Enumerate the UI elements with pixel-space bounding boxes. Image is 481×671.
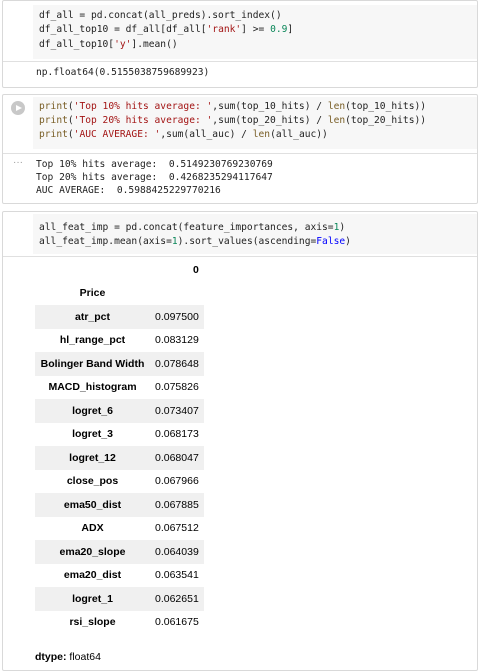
row-label: logret_6 (35, 399, 150, 423)
table-row: logret_3 0.068173 (35, 423, 204, 447)
table-body: atr_pct 0.097500 hl_range_pct 0.083129 Bolin… (35, 305, 204, 634)
table-row: logret_1 0.062651 (35, 587, 204, 611)
row-label: close_pos (66, 475, 119, 488)
row-value: 0.062651 (150, 587, 204, 611)
code-editor-3[interactable]: all_feat_imp = pd.concat(feature_importa… (33, 214, 477, 254)
code-line: df_all = pd.concat(all_preds).sort_index… (39, 10, 282, 21)
code-line: print('AUC AVERAGE: ',sum(all_auc) / len… (39, 129, 328, 140)
table-blank (150, 282, 204, 306)
table-row: MACD_histogram 0.075826 (35, 376, 204, 400)
dtype-value: float64 (69, 651, 101, 663)
row-value: 0.063541 (155, 569, 199, 582)
notebook-cell-2[interactable]: print('Top 10% hits average: ',sum(top_1… (2, 94, 478, 204)
code-editor-2[interactable]: print('Top 10% hits average: ',sum(top_1… (33, 97, 477, 149)
column-header: 0 (192, 263, 199, 276)
output-divider (3, 61, 477, 62)
print-output-line: AUC AVERAGE: 0.5988425229770216 (36, 185, 221, 196)
code-line: df_all_top10 = df_all[df_all['rank'] >= … (39, 24, 294, 35)
dtype-label: dtype: (35, 651, 67, 663)
table-corner (35, 258, 150, 282)
row-label: hl_range_pct (59, 334, 126, 347)
row-value: 0.073407 (150, 399, 204, 423)
dtype-line: dtype: float64 (35, 651, 101, 663)
table-row: ADX 0.067512 (35, 517, 204, 541)
table-row: hl_range_pct 0.083129 (35, 329, 204, 353)
output-divider (3, 256, 477, 257)
row-label: logret_12 (35, 446, 150, 470)
print-output-line: Top 20% hits average: 0.4268235294117647 (36, 172, 273, 183)
code-line: print('Top 20% hits average: ',sum(top_2… (39, 115, 427, 126)
feature-importance-table: 0 Price atr_pct 0.097500 hl_range_pct 0.083… (35, 258, 204, 634)
notebook-cell-1[interactable]: df_all = pd.concat(all_preds).sort_index… (2, 0, 478, 88)
table-row: logret_6 0.073407 (35, 399, 204, 423)
cell-output-text: np.float64(0.5155038759689923) (36, 67, 210, 78)
row-label: logret_1 (35, 587, 150, 611)
table-row: ema20_slope 0.064039 (35, 540, 204, 564)
row-value: 0.097500 (150, 305, 204, 329)
table-row: atr_pct 0.097500 (35, 305, 204, 329)
row-label: atr_pct (35, 305, 150, 329)
row-label: MACD_histogram (48, 381, 137, 394)
play-circle-icon[interactable] (11, 101, 25, 115)
row-value: 0.068173 (155, 428, 199, 441)
row-label: rsi_slope (69, 616, 116, 629)
row-value: 0.067966 (155, 475, 199, 488)
row-value: 0.067885 (150, 493, 204, 517)
row-value: 0.064039 (150, 540, 204, 564)
table-row: ema50_dist 0.067885 (35, 493, 204, 517)
row-value: 0.078648 (150, 352, 204, 376)
table-row: logret_12 0.068047 (35, 446, 204, 470)
row-value: 0.083129 (155, 334, 199, 347)
table-row: ema20_dist 0.063541 (35, 564, 204, 588)
code-editor-1[interactable]: df_all = pd.concat(all_preds).sort_index… (33, 5, 477, 59)
row-value: 0.075826 (155, 381, 199, 394)
code-line: df_all_top10['y'].mean() (39, 39, 178, 50)
row-value: 0.061675 (155, 616, 199, 629)
code-line: all_feat_imp = pd.concat(feature_importa… (39, 222, 346, 233)
row-label: logret_3 (72, 428, 113, 441)
row-value: 0.068047 (150, 446, 204, 470)
row-value: 0.067512 (155, 522, 199, 535)
table-row: rsi_slope 0.061675 (35, 611, 204, 635)
print-output-line: Top 10% hits average: 0.5149230769230769 (36, 159, 273, 170)
code-line: print('Top 10% hits average: ',sum(top_1… (39, 101, 427, 112)
index-name: Price (79, 287, 106, 300)
ellipsis-icon[interactable]: ··· (13, 157, 23, 168)
row-label: ema20_slope (35, 540, 150, 564)
row-label: ADX (81, 522, 104, 535)
row-label: Bolinger Band Width (35, 352, 150, 376)
output-divider (3, 153, 477, 154)
table-row: Bolinger Band Width 0.078648 (35, 352, 204, 376)
row-label: ema50_dist (35, 493, 150, 517)
row-label: ema20_dist (63, 569, 122, 582)
code-line: all_feat_imp.mean(axis=1).sort_values(as… (39, 236, 351, 247)
table-row: close_pos 0.067966 (35, 470, 204, 494)
